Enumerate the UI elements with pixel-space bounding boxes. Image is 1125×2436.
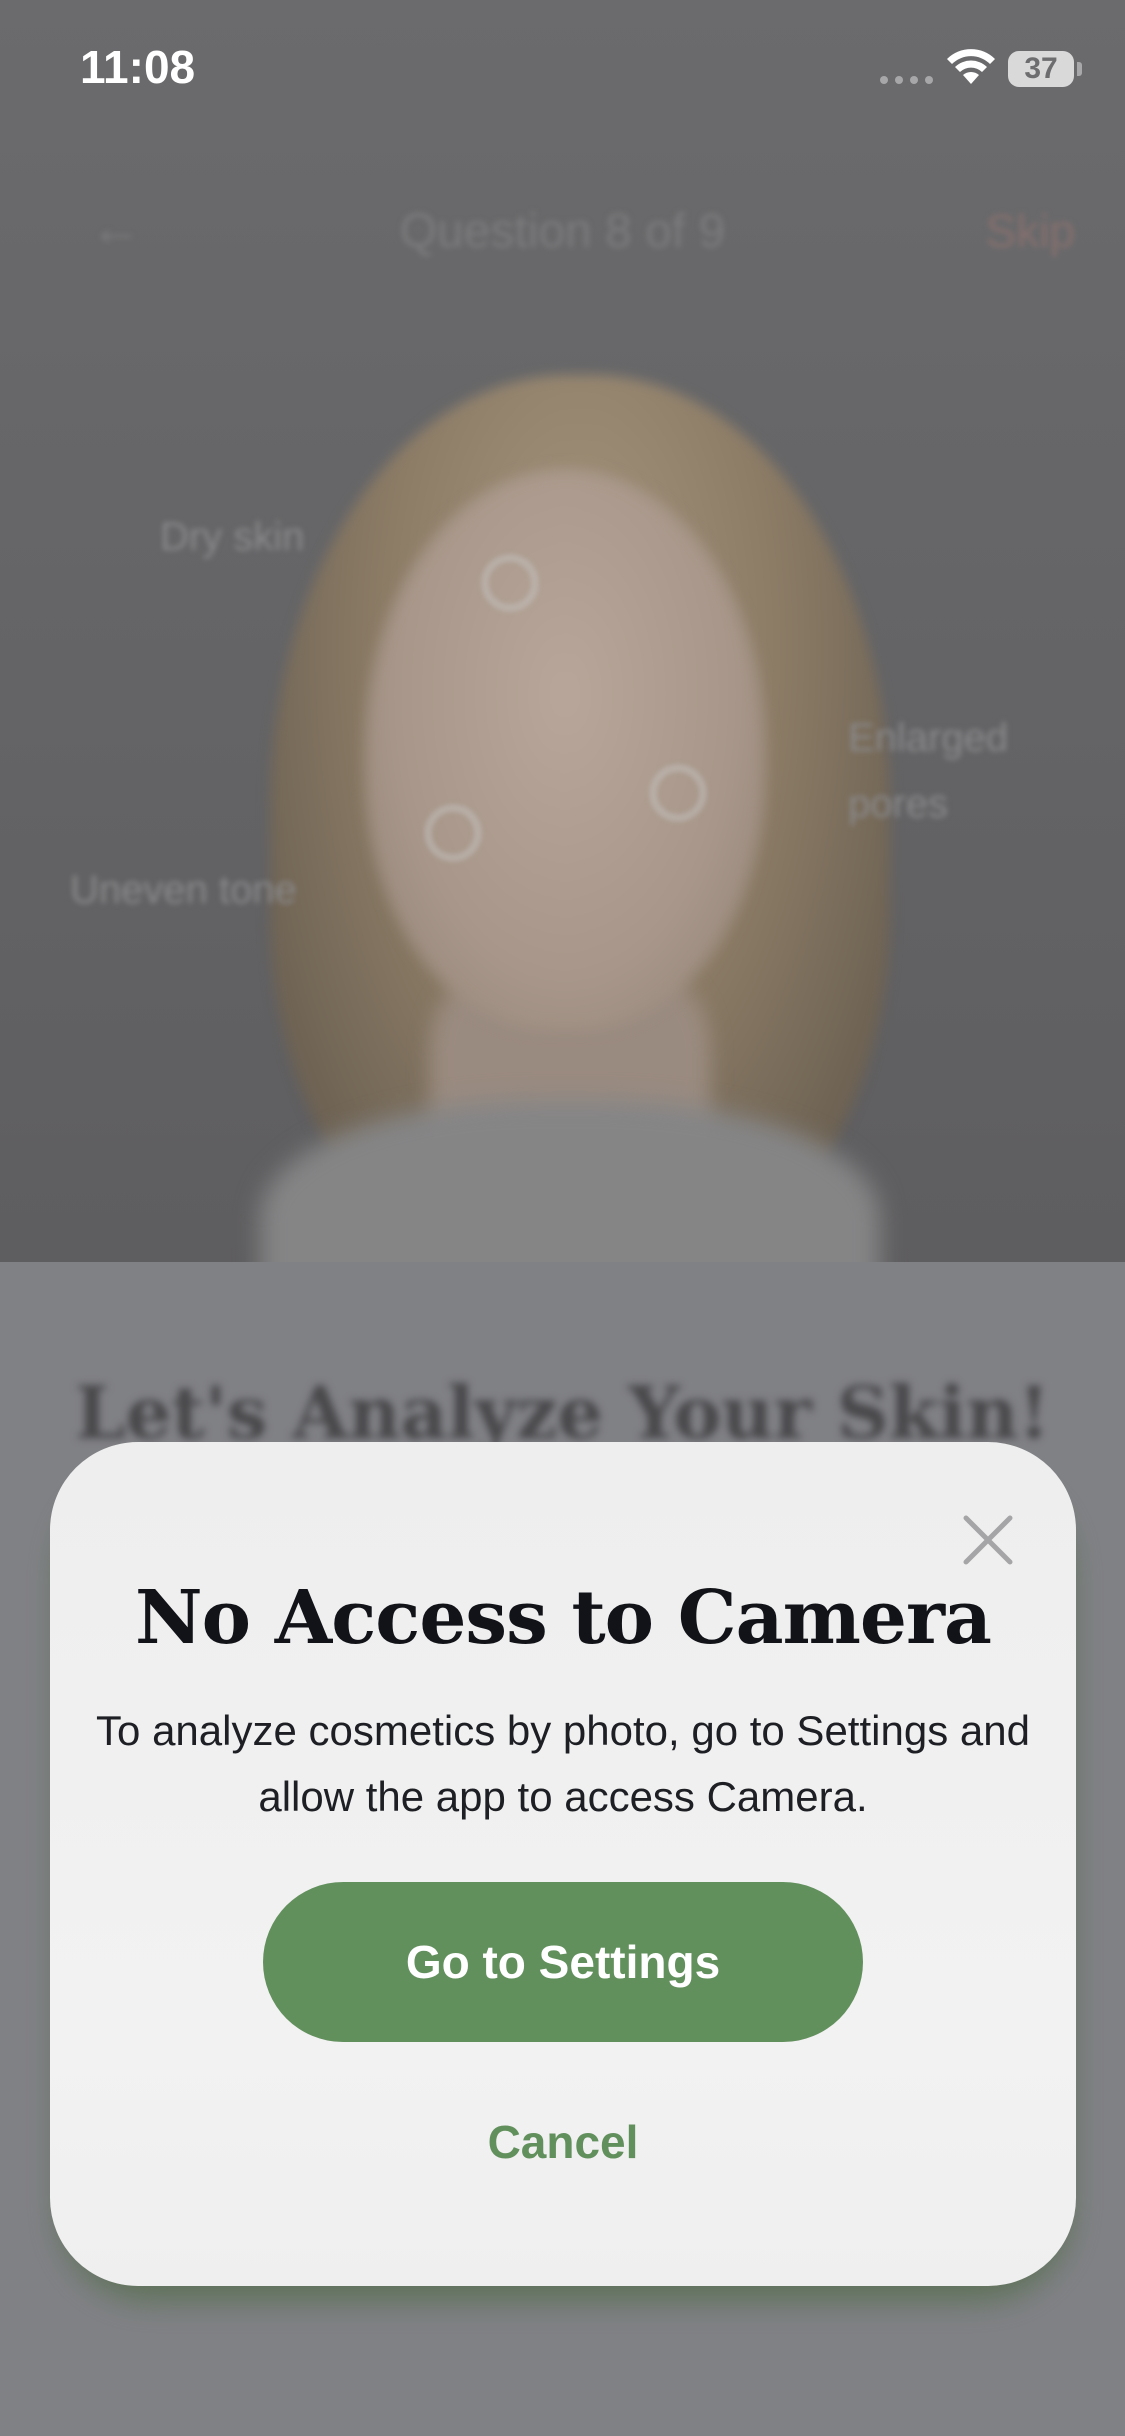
skin-marker xyxy=(425,805,481,861)
status-time: 11:08 xyxy=(80,41,196,93)
question-progress-title: Question 8 of 9 xyxy=(399,205,726,258)
question-nav: ← Question 8 of 9 Skip xyxy=(0,190,1125,270)
battery-icon: 37 xyxy=(1008,51,1074,87)
close-icon[interactable] xyxy=(956,1508,1020,1572)
go-to-settings-button[interactable]: Go to Settings xyxy=(263,1882,863,2042)
dialog-title: No Access to Camera xyxy=(135,1575,992,1661)
skin-label-dry: Dry skin xyxy=(160,515,305,559)
skip-link[interactable]: Skip xyxy=(986,204,1075,258)
skin-label-pores: Enlarged pores xyxy=(848,716,1009,826)
photo-face xyxy=(365,470,765,1030)
status-bar: 11:08 37 xyxy=(0,0,1125,140)
wifi-icon xyxy=(947,49,995,84)
cancel-button[interactable]: Cancel xyxy=(363,2102,763,2182)
skin-marker xyxy=(482,555,538,611)
skin-marker xyxy=(650,765,706,821)
camera-permission-dialog: No Access to Camera To analyze cosmetics… xyxy=(50,1442,1076,2286)
skin-label-tone: Uneven tone xyxy=(70,868,297,912)
battery-cap xyxy=(1077,62,1082,76)
dialog-message: To analyze cosmetics by photo, go to Set… xyxy=(96,1707,1030,1820)
signal-icon xyxy=(880,76,933,84)
face-photo: ← Question 8 of 9 Skip Dry skin Enlarged… xyxy=(0,0,1125,1262)
